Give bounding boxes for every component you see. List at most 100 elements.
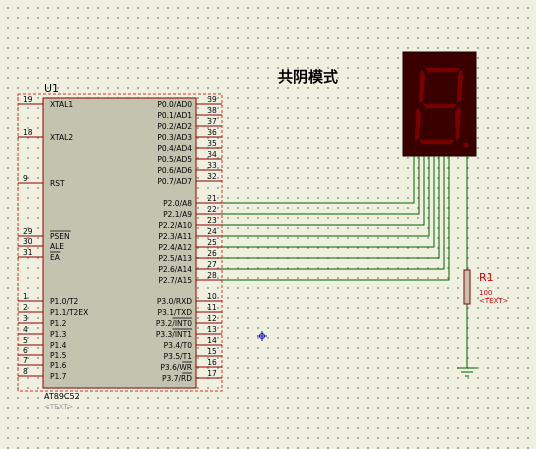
pin-label: EA xyxy=(50,253,61,262)
pin-label: P3.6/WR xyxy=(160,363,192,372)
pin-number: 38 xyxy=(207,106,217,115)
pin-number: 39 xyxy=(207,95,217,104)
wire-net xyxy=(222,156,420,215)
ground-symbol xyxy=(457,367,477,377)
mcu-part: AT89C52 xyxy=(44,392,80,401)
pin-number: 16 xyxy=(207,358,217,367)
pin-number: 37 xyxy=(207,117,217,126)
pin-number: 33 xyxy=(207,161,217,170)
pin-number: 15 xyxy=(207,347,217,356)
pin-number: 26 xyxy=(207,249,217,258)
pin-label: P3.7/RD xyxy=(162,374,192,383)
pin-number: 11 xyxy=(207,303,217,312)
pin-number: 6 xyxy=(23,346,28,355)
wire-net xyxy=(222,156,435,248)
pin-number: 17 xyxy=(207,369,217,378)
pin-number: 34 xyxy=(207,150,217,159)
pin-number: 36 xyxy=(207,128,217,137)
pin-number: 4 xyxy=(23,325,28,334)
mcu-u1[interactable]: U1 AT89C52 <TEXT> 19XTAL118XTAL29RST29PS… xyxy=(17,82,223,411)
mcu-ref: U1 xyxy=(44,82,59,95)
pin-label: P2.0/A8 xyxy=(163,199,192,208)
pin-label: P0.0/AD0 xyxy=(157,100,192,109)
wires xyxy=(222,156,450,281)
segment-a xyxy=(424,67,461,73)
wire-net xyxy=(222,156,430,237)
pin-label: P0.4/AD4 xyxy=(157,144,192,153)
pin-label: P1.7 xyxy=(50,372,67,381)
pin-number: 29 xyxy=(23,227,33,236)
schematic-canvas[interactable]: 共阴模式 U1 AT89C52 <TEXT> 19XTAL118XTAL29RS… xyxy=(0,0,536,449)
pin-label: P1.2 xyxy=(50,319,67,328)
pin-number: 32 xyxy=(207,172,217,181)
schematic-title: 共阴模式 xyxy=(278,68,338,86)
pin-number: 3 xyxy=(23,314,28,323)
pin-number: 27 xyxy=(207,260,217,269)
seven-segment-display[interactable] xyxy=(402,51,477,157)
pin-label: P2.2/A10 xyxy=(158,221,192,230)
pin-number: 13 xyxy=(207,325,217,334)
pin-label: PSEN xyxy=(50,232,70,241)
pin-number: 12 xyxy=(207,314,217,323)
pin-number: 1 xyxy=(23,292,28,301)
pin-label: P0.7/AD7 xyxy=(157,177,192,186)
segment-d xyxy=(418,139,455,145)
pin-number: 9 xyxy=(23,174,28,183)
pin-label: P0.3/AD3 xyxy=(157,133,192,142)
pin-label: P1.3 xyxy=(50,330,67,339)
pin-number: 19 xyxy=(23,95,33,104)
pin-label: P1.4 xyxy=(50,341,67,350)
pin-number: 25 xyxy=(207,238,217,247)
pin-label: P2.6/A14 xyxy=(158,265,192,274)
pin-number: 7 xyxy=(23,356,28,365)
pin-label: P3.1/TXD xyxy=(158,308,193,317)
pin-label: P0.5/AD5 xyxy=(157,155,192,164)
pin-label: P1.1/T2EX xyxy=(50,308,88,317)
wire-net xyxy=(222,156,440,259)
wire-net xyxy=(222,156,450,281)
resistor-value: 100 xyxy=(479,289,492,297)
pin-number: 8 xyxy=(23,367,28,376)
pin-label: RST xyxy=(50,179,65,188)
pin-label: P3.3/INT1 xyxy=(156,330,192,339)
resistor-text-placeholder: <TEXT> xyxy=(479,297,509,305)
pin-label: P2.7/A15 xyxy=(158,276,192,285)
pin-label: P1.5 xyxy=(50,351,67,360)
resistor-body xyxy=(463,269,471,305)
pin-number: 10 xyxy=(207,292,217,301)
pin-label: P3.0/RXD xyxy=(157,297,192,306)
pin-number: 14 xyxy=(207,336,217,345)
pin-label: P2.5/A13 xyxy=(158,254,192,263)
pin-label: P0.6/AD6 xyxy=(157,166,192,175)
pin-number: 22 xyxy=(207,205,217,214)
pin-number: 2 xyxy=(23,303,28,312)
cursor-marker xyxy=(257,331,267,341)
pin-label: P3.5/T1 xyxy=(164,352,193,361)
wire-net xyxy=(222,156,415,204)
pin-number: 23 xyxy=(207,216,217,225)
pin-label: ALE xyxy=(50,242,64,251)
pin-label: P2.1/A9 xyxy=(163,210,192,219)
pin-label: P0.1/AD1 xyxy=(157,111,192,120)
pin-number: 30 xyxy=(23,237,33,246)
pin-number: 24 xyxy=(207,227,217,236)
segment-g xyxy=(422,103,458,109)
pin-number: 5 xyxy=(23,336,28,345)
resistor-r1[interactable]: R1 100 <TEXT> xyxy=(463,156,509,368)
pin-label: P3.4/T0 xyxy=(164,341,193,350)
mcu-text-placeholder: <TEXT> xyxy=(44,403,74,411)
wire-net xyxy=(222,156,445,270)
pin-number: 28 xyxy=(207,271,217,280)
pin-label: P1.6 xyxy=(50,361,67,370)
wire-net xyxy=(222,156,425,226)
pin-number: 31 xyxy=(23,248,33,257)
pin-label: P2.4/A12 xyxy=(158,243,192,252)
resistor-ref: R1 xyxy=(479,271,494,284)
pin-number: 18 xyxy=(23,128,33,137)
pin-label: P2.3/A11 xyxy=(158,232,192,241)
pin-label: P1.0/T2 xyxy=(50,297,79,306)
segment-dp xyxy=(463,142,469,148)
pin-label: XTAL2 xyxy=(50,133,73,142)
pin-label: P0.2/AD2 xyxy=(157,122,192,131)
pin-label: XTAL1 xyxy=(50,100,73,109)
